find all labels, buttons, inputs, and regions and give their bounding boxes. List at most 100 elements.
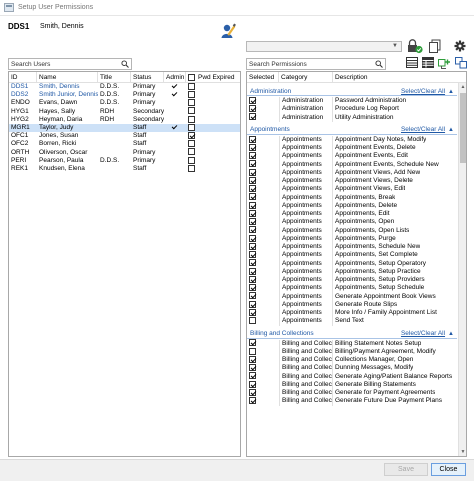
select-clear-all-link[interactable]: Select/Clear All [401, 126, 445, 133]
gear-icon[interactable] [454, 40, 468, 54]
permission-checkbox[interactable] [249, 105, 256, 113]
user-row[interactable]: MGR1 Taylor, Judy Staff [9, 123, 240, 133]
permission-row[interactable]: Appointments Generate Route Slips [247, 300, 457, 309]
permission-checkbox[interactable] [249, 226, 256, 234]
permission-checkbox[interactable] [249, 308, 256, 316]
pwd-expired-checkbox[interactable] [188, 140, 195, 148]
permission-row[interactable]: Appointments Appointment Events, Schedule… [247, 160, 457, 169]
permission-checkbox[interactable] [249, 372, 256, 380]
permission-checkbox[interactable] [249, 242, 256, 250]
pwd-expired-checkbox[interactable] [188, 148, 195, 156]
permission-checkbox[interactable] [249, 251, 256, 259]
col-header-category[interactable]: Category [279, 72, 333, 82]
permission-checkbox[interactable] [249, 135, 256, 143]
permission-row[interactable]: Billing and Collect...Generate Billing S… [247, 380, 457, 389]
collapse-group-icon[interactable]: ▲ [448, 89, 454, 95]
permission-row[interactable]: Administration Utility Administration [247, 113, 457, 122]
col-header-admin[interactable]: Admin [164, 72, 186, 82]
permission-checkbox[interactable] [249, 292, 256, 300]
permission-search-input[interactable] [247, 59, 385, 69]
permission-row[interactable]: Billing and Collect...Generate Aging/Pat… [247, 372, 457, 381]
copy-icon[interactable] [428, 39, 442, 53]
permission-row[interactable]: Appointments Appointments, Setup Schedule [247, 284, 457, 293]
close-button[interactable]: Close [431, 463, 466, 476]
col-header-title[interactable]: Title [98, 72, 131, 82]
col-header-description[interactable]: Description [333, 72, 460, 82]
permission-row[interactable]: Appointments Appointments, Schedule New [247, 242, 457, 252]
permission-checkbox[interactable] [249, 234, 256, 242]
permission-row[interactable]: Appointments Generate Appointment Book Vi… [247, 292, 457, 301]
permission-row[interactable]: Appointments Appointment Views, Edit [247, 185, 457, 194]
permission-row[interactable]: Appointments Appointments, Setup Operator… [247, 259, 457, 268]
lock-check-icon[interactable] [407, 39, 423, 54]
permission-row[interactable]: Billing and Collect...Generate Future Du… [247, 397, 457, 406]
user-row[interactable]: DDS1 Smith, Dennis D.D.S. Primary [9, 82, 240, 91]
permission-checkbox[interactable] [249, 209, 256, 217]
permission-checkbox[interactable] [249, 300, 256, 308]
permission-checkbox[interactable] [249, 185, 256, 193]
permission-row[interactable]: Appointments Appointment Events, Delete [247, 143, 457, 153]
list-view-icon[interactable] [406, 57, 420, 71]
permission-row[interactable]: Appointments Appointment Events, Edit [247, 152, 457, 161]
permission-checkbox[interactable] [249, 168, 256, 176]
select-clear-all-link[interactable]: Select/Clear All [401, 330, 445, 337]
permission-checkbox[interactable] [249, 284, 256, 292]
pwd-expired-checkbox[interactable] [188, 115, 195, 123]
permission-row[interactable]: Billing and Collect...Billing/Payment Ag… [247, 347, 457, 356]
permission-checkbox[interactable] [249, 275, 256, 283]
permission-checkbox[interactable] [249, 113, 256, 121]
save-button[interactable]: Save [384, 463, 428, 476]
permission-row[interactable]: Appointments Appointment Views, Add New [247, 168, 457, 177]
permission-row[interactable]: Appointments Appointments, Break [247, 193, 457, 202]
col-header-selected[interactable]: Selected [247, 72, 279, 82]
pwd-expired-checkbox[interactable] [188, 99, 195, 107]
user-edit-icon[interactable] [221, 23, 239, 39]
permission-checkbox[interactable] [249, 96, 256, 104]
permission-row[interactable]: Appointments Appointment Views, Delete [247, 176, 457, 186]
permission-row[interactable]: Appointments Send Text [247, 317, 457, 326]
pwd-expired-checkbox[interactable] [188, 164, 195, 172]
permission-row[interactable]: Appointments Appointments, Open [247, 218, 457, 227]
permission-row[interactable]: Administration Password Administration [247, 96, 457, 106]
permission-checkbox[interactable] [249, 259, 256, 267]
permission-checkbox[interactable] [249, 218, 256, 226]
user-search-box[interactable] [8, 58, 132, 70]
permission-checkbox[interactable] [249, 143, 256, 151]
permission-checkbox[interactable] [249, 152, 256, 160]
permission-row[interactable]: Billing and Collect...Billing Statement … [247, 339, 457, 348]
permission-row[interactable]: Appointments Appointments, Purge [247, 234, 457, 243]
permission-checkbox[interactable] [249, 339, 256, 347]
user-row[interactable]: PERI Pearson, Paula D.D.S. Primary [9, 156, 240, 165]
col-header-id[interactable]: ID [9, 72, 37, 82]
pwd-expired-header-checkbox[interactable] [188, 73, 195, 81]
permission-scrollbar[interactable]: ▲ ▼ [458, 83, 466, 456]
scrollbar-thumb[interactable] [460, 93, 466, 163]
permission-row[interactable]: Appointments Appointments, Edit [247, 209, 457, 219]
user-row[interactable]: OFC2 Borren, Ricki Staff [9, 140, 240, 148]
collapse-group-icon[interactable]: ▲ [448, 127, 454, 133]
permission-checkbox[interactable] [249, 355, 256, 363]
permission-row[interactable]: Appointments Appointments, Setup Practice [247, 267, 457, 276]
collapse-all-icon[interactable] [455, 57, 469, 71]
permission-row[interactable]: Billing and Collect...Collections Manage… [247, 355, 457, 365]
user-row[interactable]: OFC1 Jones, Susan Staff [9, 132, 240, 140]
select-clear-all-link[interactable]: Select/Clear All [401, 88, 445, 95]
permission-row[interactable]: Appointments Appointments, Delete [247, 201, 457, 210]
pwd-expired-checkbox[interactable] [188, 123, 195, 131]
permission-row[interactable]: Appointments Appointments, Set Complete [247, 251, 457, 260]
permission-checkbox[interactable] [249, 388, 256, 396]
permission-checkbox[interactable] [249, 380, 256, 388]
permission-checkbox[interactable] [249, 267, 256, 275]
permission-row[interactable]: Administration Procedure Log Report [247, 105, 457, 114]
permission-checkbox[interactable] [249, 160, 256, 168]
permission-row[interactable]: Appointments Appointments, Setup Provider… [247, 275, 457, 285]
user-row[interactable]: ORTH Oliverson, Oscar Primary [9, 148, 240, 157]
expand-all-icon[interactable] [438, 57, 452, 71]
col-header-pwd-expired[interactable]: Pwd Expired [186, 72, 238, 82]
user-row[interactable]: DDS2 Smith Junior, Dennis D.D.S. Primary [9, 91, 240, 99]
permission-checkbox[interactable] [249, 176, 256, 184]
permission-checkbox[interactable] [249, 397, 256, 405]
pwd-expired-checkbox[interactable] [188, 156, 195, 164]
user-row[interactable]: HYG1 Hayes, Sally RDH Secondary [9, 107, 240, 116]
permission-row[interactable]: Appointments Appointment Day Notes, Modif… [247, 135, 457, 144]
